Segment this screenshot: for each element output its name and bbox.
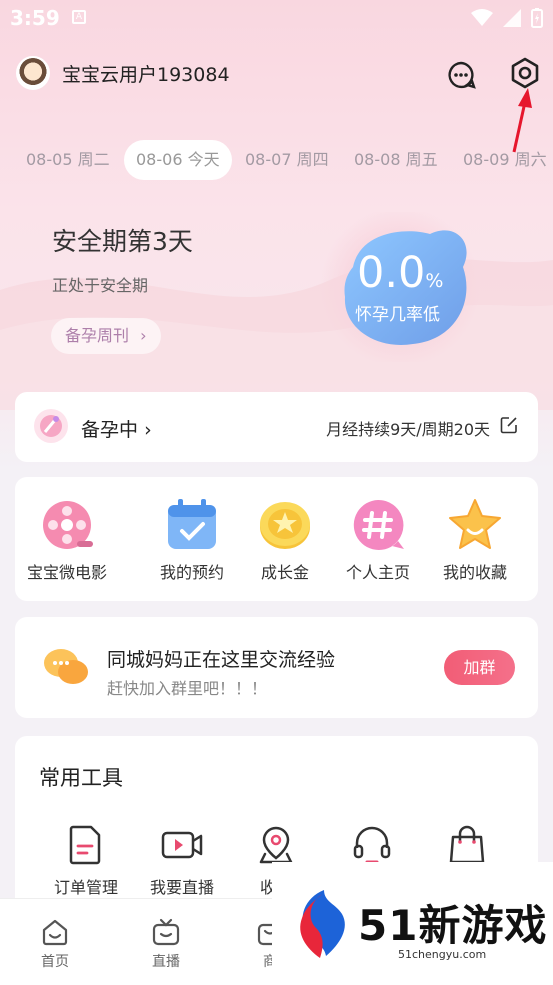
probability-unit: % [425,270,444,292]
probability-label: 怀孕几率低 [355,305,440,325]
nav-home[interactable]: 首页 [15,917,95,971]
tool-live-stream[interactable]: 我要直播 [132,824,232,898]
status-bar: 3:59 A [0,0,553,38]
tv-icon [152,918,180,946]
home-icon [42,919,68,946]
wifi-icon [471,9,493,26]
weekly-magazine-label: 备孕周刊 [65,326,130,345]
sim-icon: A [72,10,86,24]
hashtag-icon [353,499,404,550]
nav-live-label: 直播 [152,954,180,970]
status-text: 备孕中 [81,419,139,441]
nav-live[interactable]: 直播 [126,917,206,971]
weekly-magazine-button[interactable]: 备孕周刊 › [51,318,161,354]
date-item[interactable]: 08-09 周六 [463,140,547,180]
pregnancy-status-icon [34,409,68,443]
menu-my-favorites-label: 我的收藏 [442,563,507,582]
message-icon[interactable] [446,60,476,90]
period-title: 安全期第3天 [52,227,193,256]
menu-personal-page[interactable]: 个人主页 [328,497,428,583]
pregnancy-status-label: 备孕中 › [81,415,152,442]
menu-personal-page-label: 个人主页 [345,563,410,582]
pregnancy-status-card[interactable]: 备孕中 › 月经持续9天/周期20天 [15,392,538,462]
probability-number: 0.0 [357,248,426,298]
film-reel-icon [43,501,93,549]
menu-my-booking[interactable]: 我的预约 [142,497,242,583]
menu-growth-fund-label: 成长金 [260,563,309,582]
date-item[interactable]: 08-07 周四 [245,140,329,180]
settings-gear-icon[interactable] [508,56,542,90]
video-camera-icon [161,831,203,859]
battery-icon [531,8,543,28]
period-subtitle: 正处于安全期 [52,276,149,295]
watermark-url: 51chengyu.com [398,948,487,961]
tool-order-management[interactable]: 订单管理 [36,824,136,898]
edit-icon[interactable] [500,416,518,434]
date-item[interactable]: 08-08 周五 [354,140,438,180]
watermark-logo-icon [300,890,345,958]
chevron-right-icon: › [144,419,152,441]
watermark-brand: 51新游戏 [358,901,548,950]
tools-title: 常用工具 [39,766,123,790]
quick-menu-card: 宝宝微电影 我的预约 成长金 个人主页 我的收藏 [15,477,538,601]
cycle-info: 月经持续9天/周期20天 [326,420,490,439]
local-moms-group-card[interactable]: 同城妈妈正在这里交流经验 赶快加入群里吧！！！ 加群 [15,617,538,718]
location-icon [259,826,293,864]
group-title: 同城妈妈正在这里交流经验 [107,649,336,671]
shopping-bag-icon [449,825,485,864]
watermark-overlay: 51新游戏 51chengyu.com [272,862,553,984]
menu-my-favorites[interactable]: 我的收藏 [425,497,525,583]
group-subtitle: 赶快加入群里吧！！！ [107,679,268,698]
date-item[interactable]: 08-05 周二 [26,140,110,180]
calendar-icon [168,499,216,549]
chat-bubble-icon [44,649,88,684]
status-icons [471,8,543,28]
menu-baby-movie-label: 宝宝微电影 [26,563,107,582]
star-icon [449,499,501,549]
chevron-right-icon: › [140,326,147,345]
order-icon [69,825,101,865]
tool-live-label: 我要直播 [149,878,214,897]
menu-my-booking-label: 我的预约 [159,563,224,582]
coin-icon [260,502,310,549]
username[interactable]: 宝宝云用户193084 [62,60,230,87]
join-group-button[interactable]: 加群 [444,650,515,685]
status-time: 3:59 [10,6,60,30]
menu-baby-movie[interactable]: 宝宝微电影 [17,497,117,583]
tool-order-label: 订单管理 [53,878,118,897]
headset-icon [353,826,391,864]
signal-icon [503,9,521,27]
date-item-today[interactable]: 08-06 今天 [124,140,232,180]
date-strip: 08-05 周二 08-06 今天 08-07 周四 08-08 周五 08-0… [0,140,553,184]
nav-home-label: 首页 [41,954,69,970]
avatar[interactable] [16,56,50,90]
menu-growth-fund[interactable]: 成长金 [235,497,335,583]
probability-value: 0.0% [357,248,443,298]
